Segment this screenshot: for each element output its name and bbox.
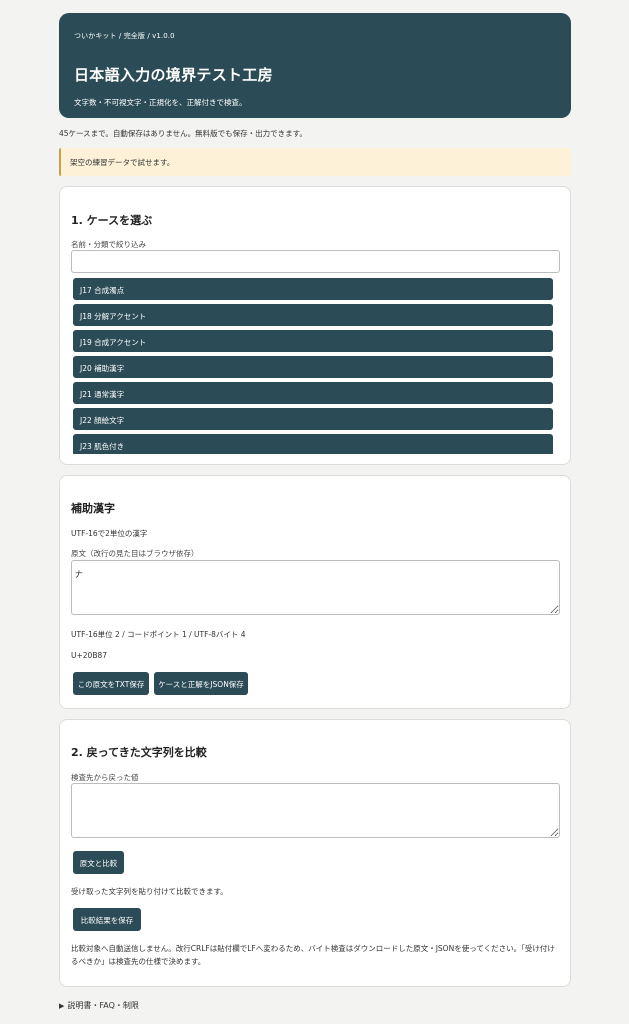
filter-input[interactable] — [71, 250, 560, 273]
help-toggle[interactable]: ▶ 説明書・FAQ・制限 — [59, 1000, 139, 1011]
source-stats: UTF-16単位 2 / コードポイント 1 / UTF-8バイト 4 — [71, 630, 246, 639]
case-list[interactable]: J17 合成濁点 J18 分解アクセント J19 合成アクセント J20 補助漢… — [73, 278, 553, 454]
returned-label: 検査先から戻った値 — [71, 773, 139, 782]
info-banner: 架空の練習データで試せます。 — [59, 148, 571, 176]
limit-notice: 45ケースまで。自動保存はありません。無料版でも保存・出力できます。 — [59, 129, 307, 138]
case-title: 補助漢字 — [71, 502, 115, 515]
case-item-j21[interactable]: J21 通常漢字 — [73, 382, 553, 404]
case-item-j18[interactable]: J18 分解アクセント — [73, 304, 553, 326]
case-item-j17[interactable]: J17 合成濁点 — [73, 278, 553, 300]
app-header: ついかキット / 完全版 / v1.0.0 日本語入力の境界テスト工房 文字数・… — [59, 13, 571, 118]
help-toggle-label: 説明書・FAQ・制限 — [67, 1001, 139, 1010]
case-item-j22[interactable]: J22 顔絵文字 — [73, 408, 553, 430]
save-json-button[interactable]: ケースと正解をJSON保存 — [154, 672, 248, 695]
returned-textarea[interactable] — [71, 783, 560, 838]
codepoint-value: U+20B87 — [71, 651, 108, 660]
case-item-j23[interactable]: J23 肌色付き — [73, 434, 553, 454]
filter-label: 名前・分類で絞り込み — [71, 240, 146, 249]
compare-heading: 2. 戻ってきた文字列を比較 — [71, 746, 207, 759]
save-result-button[interactable]: 比較結果を保存 — [73, 908, 141, 931]
page-subtitle: 文字数・不可視文字・正規化を、正解付きで検査。 — [74, 98, 247, 107]
compare-footnote: 比較対象へ自動送信しません。改行CRLFは貼付欄でLFへ変わるため、バイト検査は… — [71, 944, 555, 966]
case-select-heading: 1. ケースを選ぶ — [71, 214, 153, 227]
case-select-card: 1. ケースを選ぶ 名前・分類で絞り込み J17 合成濁点 J18 分解アクセン… — [59, 186, 571, 465]
save-txt-button[interactable]: この原文をTXT保存 — [73, 672, 149, 695]
case-item-j19[interactable]: J19 合成アクセント — [73, 330, 553, 352]
compare-hint: 受け取った文字列を貼り付けて比較できます。 — [71, 887, 228, 896]
compare-card: 2. 戻ってきた文字列を比較 検査先から戻った値 原文と比較 受け取った文字列を… — [59, 719, 571, 987]
page-title: 日本語入力の境界テスト工房 — [74, 66, 273, 84]
case-item-j20[interactable]: J20 補助漢字 — [73, 356, 553, 378]
breadcrumb: ついかキット / 完全版 / v1.0.0 — [74, 32, 175, 40]
case-description: UTF-16で2単位の漢字 — [71, 529, 148, 538]
source-label: 原文（改行の見た目はブラウザ依存） — [71, 549, 199, 558]
case-detail-card: 補助漢字 UTF-16で2単位の漢字 原文（改行の見た目はブラウザ依存） 𠂇 U… — [59, 475, 571, 709]
disclosure-triangle-icon: ▶ — [59, 1002, 65, 1010]
compare-button[interactable]: 原文と比較 — [73, 851, 124, 874]
source-textarea[interactable]: 𠂇 — [71, 560, 560, 615]
